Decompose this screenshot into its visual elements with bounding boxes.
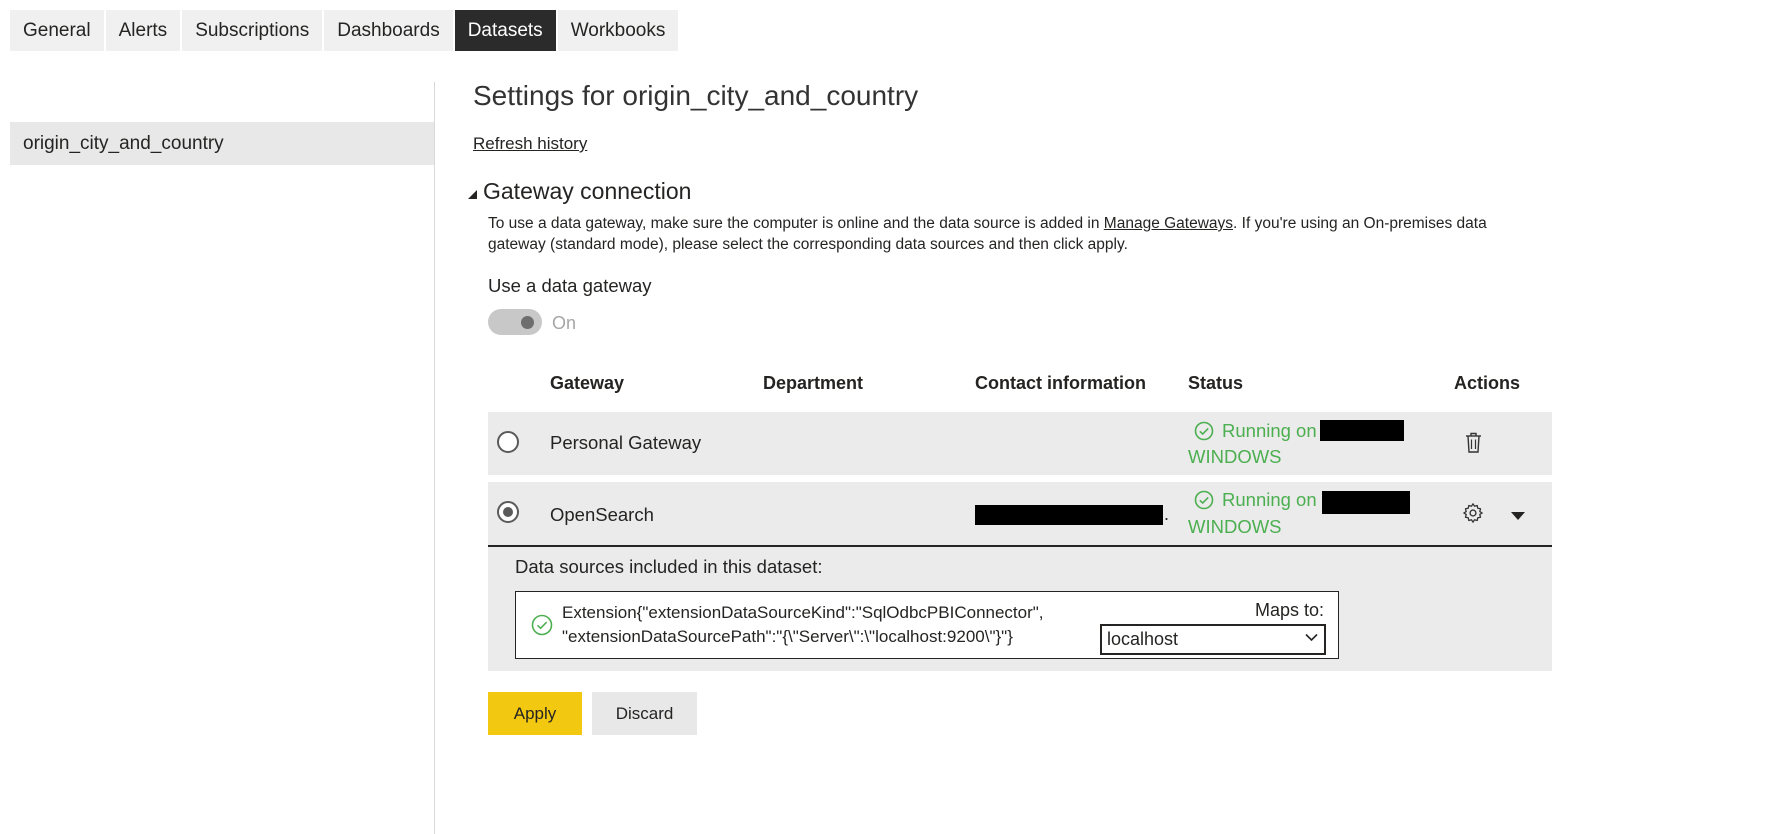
- status-text: Running on: [1222, 420, 1317, 441]
- use-gateway-label: Use a data gateway: [488, 275, 652, 296]
- check-circle-icon: [531, 614, 553, 636]
- column-header-department: Department: [763, 373, 864, 393]
- contact-suffix: .: [1164, 504, 1170, 524]
- datasource-text: Extension{"extensionDataSourceKind":"Sql…: [562, 601, 1044, 649]
- section-title: Gateway connection: [483, 178, 692, 204]
- redacted-block: [1320, 420, 1404, 441]
- check-circle-icon: [1194, 490, 1214, 510]
- trash-icon[interactable]: [1465, 432, 1482, 453]
- page-title: Settings for origin_city_and_country: [473, 80, 919, 111]
- gateway-description: To use a data gateway, make sure the com…: [488, 213, 1528, 255]
- use-gateway-toggle[interactable]: [488, 309, 542, 335]
- chevron-down-icon[interactable]: [1510, 511, 1526, 521]
- table-row[interactable]: OpenSearch . Running on WINDOWS: [488, 482, 1552, 547]
- tab-datasets[interactable]: Datasets: [454, 10, 556, 51]
- status-running: Running on: [1188, 489, 1317, 511]
- status-text: Running on: [1222, 489, 1317, 510]
- collapse-triangle-icon: [468, 190, 477, 199]
- tab-dashboards[interactable]: Dashboards: [324, 10, 453, 51]
- chevron-down-icon: [1305, 633, 1318, 642]
- gateway-name: Personal Gateway: [550, 432, 702, 453]
- datasource-line1: Extension{"extensionDataSourceKind":"Sql…: [562, 603, 1044, 622]
- maps-to-value: localhost: [1107, 629, 1179, 649]
- gateway-radio-opensearch[interactable]: [497, 501, 519, 523]
- apply-button[interactable]: Apply: [488, 692, 582, 735]
- tab-bar: General Alerts Subscriptions Dashboards …: [10, 10, 680, 51]
- redacted-contact: [975, 505, 1163, 525]
- redacted-block: [1322, 491, 1410, 514]
- status-running: Running on: [1188, 420, 1317, 442]
- pane-divider: [434, 82, 435, 834]
- dataset-list: origin_city_and_country: [10, 122, 434, 165]
- status-machine: WINDOWS: [1188, 516, 1282, 537]
- maps-to-label: Maps to:: [1255, 600, 1325, 620]
- datasources-panel: Data sources included in this dataset: E…: [488, 547, 1552, 671]
- refresh-history-link[interactable]: Refresh history: [473, 134, 587, 154]
- column-header-status: Status: [1188, 373, 1244, 393]
- gear-icon[interactable]: [1462, 502, 1484, 524]
- status-machine: WINDOWS: [1188, 446, 1282, 467]
- toggle-state-label: On: [552, 313, 577, 333]
- tab-subscriptions[interactable]: Subscriptions: [182, 10, 323, 51]
- check-circle-icon: [1194, 421, 1214, 441]
- datasource-box: Extension{"extensionDataSourceKind":"Sql…: [515, 591, 1339, 659]
- column-header-contact: Contact information: [975, 373, 1146, 393]
- gateway-section-toggle[interactable]: Gateway connection: [468, 178, 691, 205]
- gateway-radio-personal[interactable]: [497, 431, 519, 453]
- tab-alerts[interactable]: Alerts: [105, 10, 181, 51]
- toggle-knob: [521, 316, 534, 329]
- maps-to-select[interactable]: localhost: [1100, 624, 1326, 655]
- dataset-item-origin-city-and-country[interactable]: origin_city_and_country: [10, 122, 434, 165]
- discard-button[interactable]: Discard: [592, 692, 697, 735]
- datasource-line2: "extensionDataSourcePath":"{\"Server\":\…: [562, 627, 1013, 646]
- datasources-label: Data sources included in this dataset:: [515, 556, 823, 577]
- tab-general[interactable]: General: [10, 10, 104, 51]
- manage-gateways-link[interactable]: Manage Gateways: [1104, 215, 1233, 232]
- gateway-name: OpenSearch: [550, 504, 654, 525]
- table-row[interactable]: Personal Gateway Running on WINDOWS: [488, 412, 1552, 475]
- desc-text-pre: To use a data gateway, make sure the com…: [488, 215, 1104, 232]
- tab-workbooks[interactable]: Workbooks: [557, 10, 679, 51]
- column-header-gateway: Gateway: [550, 373, 625, 393]
- column-header-actions: Actions: [1454, 373, 1521, 393]
